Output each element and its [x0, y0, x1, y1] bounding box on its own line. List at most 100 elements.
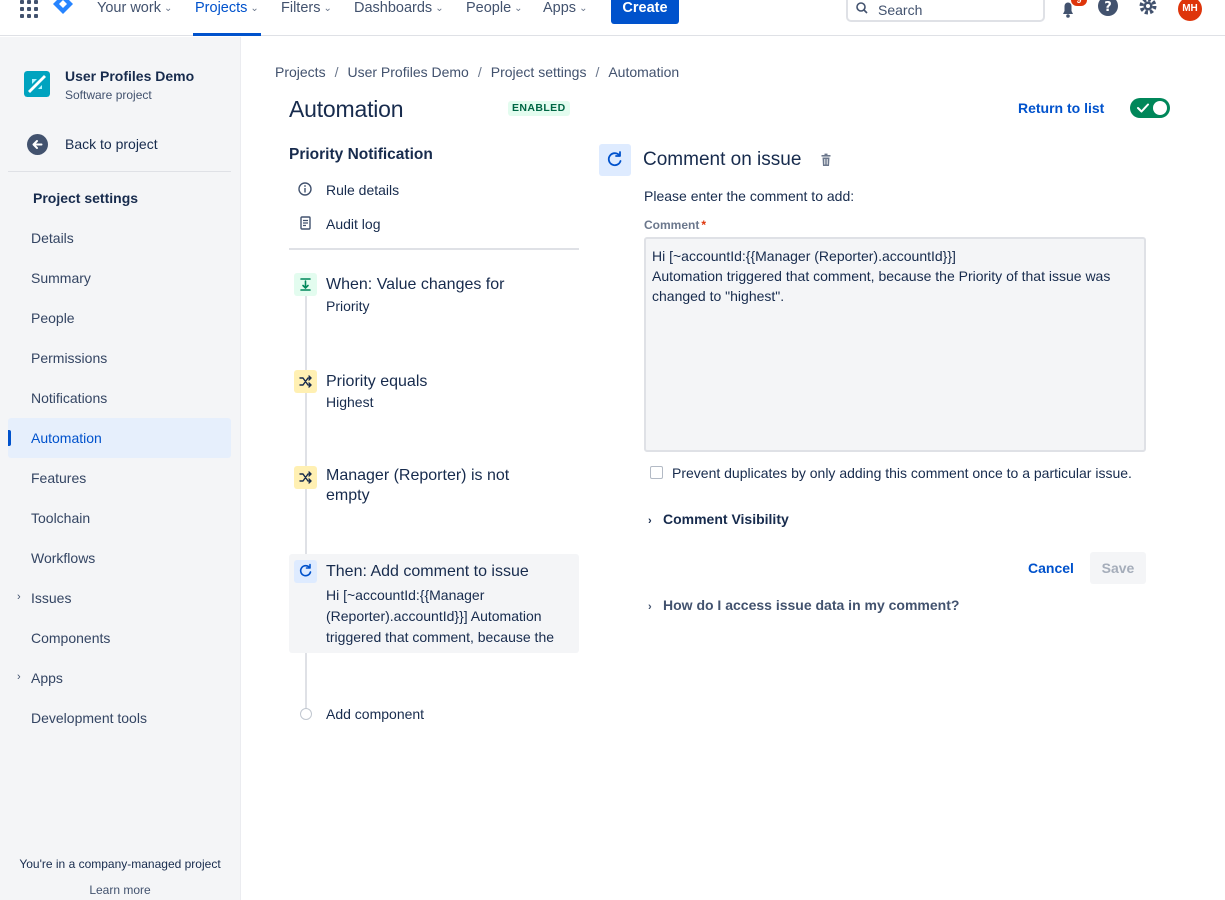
sidebar-item-summary[interactable]: Summary — [8, 258, 231, 298]
nav-label: Dashboards — [354, 0, 433, 16]
chevron-right-icon: › — [648, 515, 652, 527]
prevent-duplicates-label: Prevent duplicates by only adding this c… — [672, 465, 1132, 481]
nav-dashboards[interactable]: Dashboards ⌄ — [354, 0, 444, 36]
sidebar-item-automation[interactable]: Automation — [8, 418, 231, 458]
nav-projects[interactable]: Projects ⌄ — [193, 0, 261, 36]
rule-enabled-toggle[interactable] — [1130, 98, 1170, 118]
arrow-left-icon — [27, 134, 48, 155]
sidebar-item-label: Toolchain — [31, 510, 91, 526]
project-name: User Profiles Demo — [65, 68, 195, 84]
save-button[interactable]: Save — [1090, 552, 1146, 584]
action-icon — [599, 144, 631, 176]
breadcrumb-separator: / — [334, 64, 339, 80]
component-action-add-comment[interactable]: Then: Add comment to issue Hi [~accountI… — [289, 554, 579, 653]
breadcrumb-project-settings[interactable]: Project settings — [491, 64, 587, 80]
back-label: Back to project — [65, 136, 158, 152]
avatar[interactable]: MH — [1178, 0, 1202, 21]
trash-icon[interactable] — [819, 153, 833, 167]
action-icon — [294, 560, 317, 583]
comment-label-text: Comment — [644, 218, 700, 232]
sidebar-item-people[interactable]: People — [8, 298, 231, 338]
sidebar-item-features[interactable]: Features — [8, 458, 231, 498]
help-expander[interactable]: › How do I access issue data in my commen… — [648, 597, 959, 613]
cancel-button[interactable]: Cancel — [1020, 552, 1082, 584]
condition-icon — [294, 370, 317, 393]
sidebar-item-development-tools[interactable]: Development tools — [8, 698, 231, 738]
document-icon — [300, 216, 311, 230]
breadcrumb-project[interactable]: User Profiles Demo — [347, 64, 468, 80]
chevron-down-icon: ⌄ — [163, 3, 173, 14]
learn-more-link[interactable]: Learn more — [0, 883, 240, 897]
sidebar-item-label: Workflows — [31, 550, 96, 566]
audit-log-label: Audit log — [326, 216, 381, 232]
search-placeholder: Search — [878, 2, 923, 18]
editor-description: Please enter the comment to add: — [644, 188, 855, 204]
nav-label: People — [466, 0, 512, 16]
return-to-list-link[interactable]: Return to list — [1018, 100, 1104, 116]
comment-visibility-expander[interactable]: › Comment Visibility — [648, 511, 789, 527]
sidebar-item-toolchain[interactable]: Toolchain — [8, 498, 231, 538]
add-component-label: Add component — [326, 706, 425, 722]
toggle-knob — [1153, 101, 1167, 115]
add-component-dot — [300, 708, 312, 720]
sidebar-item-workflows[interactable]: Workflows — [8, 538, 231, 578]
component-condition-priority[interactable]: Priority equals Highest — [289, 367, 579, 427]
settings-icon[interactable] — [1137, 0, 1159, 20]
chevron-down-icon: ⌄ — [579, 3, 588, 14]
chevron-right-icon: › — [648, 601, 652, 613]
component-trigger[interactable]: When: Value changes for Priority — [289, 270, 579, 330]
breadcrumb-separator: / — [477, 64, 482, 80]
sidebar-item-permissions[interactable]: Permissions — [8, 338, 231, 378]
nav-label: Apps — [543, 0, 577, 16]
sidebar-item-label: Automation — [31, 430, 102, 446]
breadcrumb-projects[interactable]: Projects — [275, 64, 326, 80]
sidebar-item-label: Development tools — [31, 710, 147, 726]
chevron-down-icon: ⌄ — [323, 3, 332, 14]
rule-name: Priority Notification — [289, 146, 433, 163]
create-button[interactable]: Create — [611, 0, 679, 24]
search-input[interactable]: Search — [846, 0, 1045, 22]
component-subtitle: Highest — [326, 394, 374, 410]
component-title: When: Value changes for — [326, 276, 505, 293]
chevron-down-icon: ⌄ — [514, 3, 523, 14]
sidebar-item-label: Features — [31, 470, 87, 486]
sidebar-item-apps[interactable]: › Apps — [8, 658, 231, 698]
breadcrumb: Projects / User Profiles Demo / Project sett… — [275, 64, 679, 80]
sidebar-divider — [8, 171, 231, 172]
sidebar-item-label: Details — [31, 230, 74, 246]
sidebar-heading: Project settings — [33, 190, 139, 206]
nav-your-work[interactable]: Your work ⌄ — [97, 0, 172, 36]
nav-people[interactable]: People ⌄ — [466, 0, 523, 36]
prevent-duplicates-checkbox[interactable] — [650, 466, 663, 479]
jira-logo-icon[interactable] — [52, 0, 74, 18]
sidebar-item-issues[interactable]: › Issues — [8, 578, 231, 618]
nav-apps[interactable]: Apps ⌄ — [543, 0, 587, 36]
component-subtitle: Hi [~accountId:{{Manager (Reporter).acco… — [326, 587, 555, 645]
notification-badge: 9 — [1071, 0, 1087, 6]
sidebar-item-notifications[interactable]: Notifications — [8, 378, 231, 418]
sidebar-item-components[interactable]: Components — [8, 618, 231, 658]
chevron-down-icon: ⌄ — [435, 3, 444, 14]
editor-title: Comment on issue — [643, 149, 802, 170]
comment-field-label: Comment * — [644, 218, 706, 232]
chevron-right-icon: › — [17, 591, 21, 603]
comment-visibility-label: Comment Visibility — [663, 511, 789, 527]
sidebar-item-label: Notifications — [31, 390, 108, 406]
breadcrumb-separator: / — [595, 64, 600, 80]
svg-text:?: ? — [1104, 0, 1112, 15]
help-icon[interactable]: ? — [1097, 0, 1119, 20]
search-icon — [856, 2, 868, 14]
check-icon — [1137, 103, 1149, 113]
condition-icon — [294, 466, 317, 489]
sidebar-item-details[interactable]: Details — [8, 218, 231, 258]
project-logo-icon — [24, 71, 50, 97]
component-condition-manager[interactable]: Manager (Reporter) is not empty — [289, 463, 579, 523]
required-mark: * — [701, 218, 707, 232]
component-title: Then: Add comment to issue — [326, 563, 529, 580]
comment-textarea[interactable]: Hi [~accountId:{{Manager (Reporter).acco… — [644, 237, 1146, 452]
status-badge: ENABLED — [508, 101, 570, 116]
sidebar-item-label: People — [31, 310, 75, 326]
nav-filters[interactable]: Filters ⌄ — [281, 0, 332, 36]
app-switcher-icon[interactable] — [20, 0, 38, 18]
breadcrumb-automation[interactable]: Automation — [608, 64, 679, 80]
